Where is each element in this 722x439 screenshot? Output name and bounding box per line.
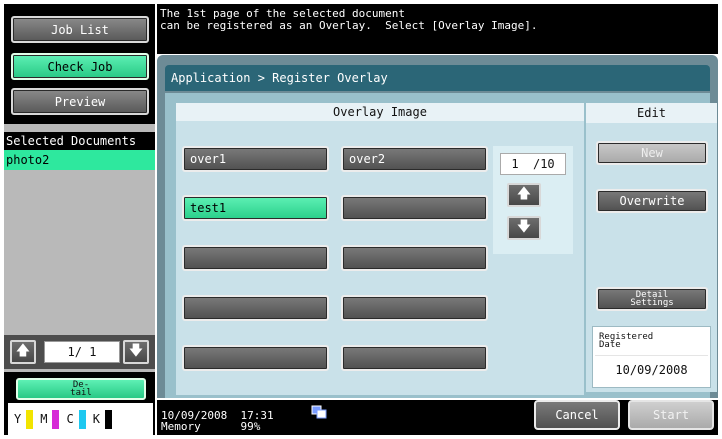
message-bar: The 1st page of the selected document ca… (157, 4, 718, 54)
memory-status: Memory 99% (161, 421, 260, 432)
overlay-image-header: Overlay Image (176, 103, 584, 121)
overlay-page-indicator: 1 /10 (500, 153, 566, 175)
overlay-item[interactable] (182, 345, 329, 371)
selected-document-item[interactable]: photo2 (4, 150, 155, 170)
sidebar-pager: 🡅 1/ 1 🡇 (4, 335, 155, 369)
cancel-button[interactable]: Cancel (534, 400, 620, 430)
toner-k-label: K (92, 412, 100, 426)
down-arrow-icon: 🡇 (128, 343, 144, 359)
overlay-item-selected[interactable]: test1 (182, 195, 329, 221)
overlay-item[interactable]: over1 (182, 146, 329, 172)
toner-y-bar (26, 409, 34, 429)
status-footer: 10/09/2008 17:31 Memory 99% Cancel Start (157, 400, 718, 435)
edit-header: Edit (586, 103, 717, 123)
toner-c-label: C (66, 412, 74, 426)
overlay-item[interactable] (341, 295, 488, 321)
overlay-item[interactable] (182, 245, 329, 271)
edit-panel: Edit New Overwrite Detail Settings Regis… (586, 103, 717, 392)
down-arrow-icon: 🡇 (516, 219, 532, 235)
overlay-item[interactable] (182, 295, 329, 321)
up-arrow-icon: 🡅 (516, 186, 532, 202)
overlay-item[interactable] (341, 245, 488, 271)
registered-date-value: 10/09/2008 (595, 355, 708, 383)
job-list-button[interactable]: Job List (11, 16, 149, 43)
preview-button[interactable]: Preview (11, 88, 149, 115)
toner-m-label: M (40, 412, 48, 426)
overlay-pager: 1 /10 🡅 🡇 (493, 146, 573, 254)
toner-m-bar (52, 409, 60, 429)
up-arrow-icon: 🡅 (15, 343, 31, 359)
overlay-item[interactable] (341, 195, 488, 221)
toner-indicator: Y M C K (8, 403, 153, 435)
new-button[interactable]: New (596, 141, 708, 165)
toner-c-bar (78, 409, 86, 429)
overwrite-button[interactable]: Overwrite (596, 189, 708, 213)
detail-settings-button[interactable]: Detail Settings (596, 287, 708, 311)
start-button[interactable]: Start (628, 400, 714, 430)
overlay-page-up-button[interactable]: 🡅 (507, 183, 541, 207)
page-down-button[interactable]: 🡇 (123, 340, 149, 364)
toner-y-label: Y (14, 412, 22, 426)
breadcrumb: Application > Register Overlay (165, 65, 710, 91)
toner-k-bar (104, 409, 112, 429)
copier-screen: Job List Check Job Preview Selected Docu… (0, 0, 722, 439)
check-job-button[interactable]: Check Job (11, 53, 149, 80)
sidebar-page-indicator: 1/ 1 (44, 341, 120, 363)
overlay-item[interactable]: over2 (341, 146, 488, 172)
registered-date-label: Registered Date (599, 332, 654, 350)
page-up-button[interactable]: 🡅 (10, 340, 36, 364)
memory-label: Memory (161, 420, 201, 433)
network-status-icon (311, 405, 327, 419)
registered-date-box: Registered Date 10/09/2008 (592, 326, 711, 388)
overlay-item[interactable] (341, 345, 488, 371)
overlay-page-down-button[interactable]: 🡇 (507, 216, 541, 240)
detail-button[interactable]: De- tail (16, 378, 146, 400)
selected-documents-title: Selected Documents (4, 132, 155, 150)
memory-value: 99% (240, 420, 261, 433)
